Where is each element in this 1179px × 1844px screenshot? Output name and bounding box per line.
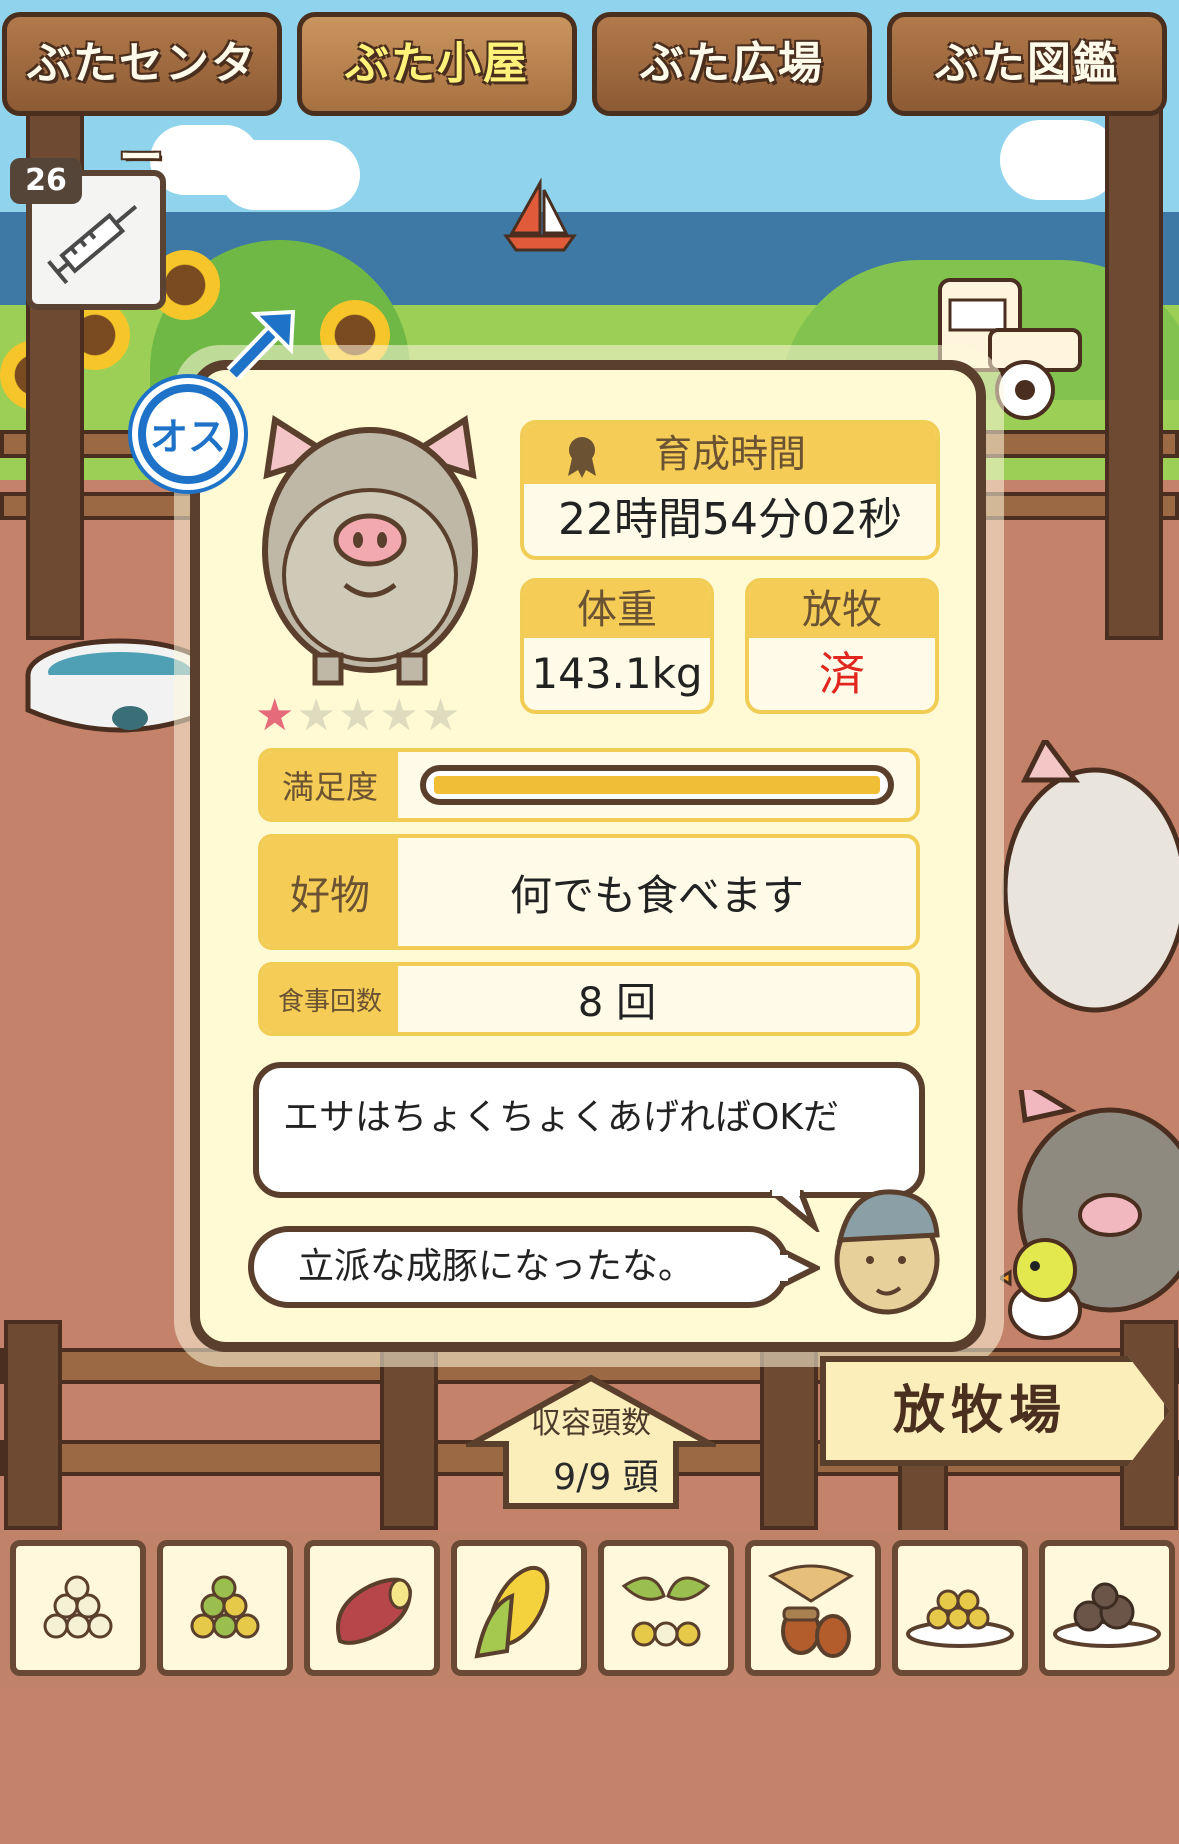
tab-buta-hiroba[interactable]: ぶた広場 xyxy=(592,12,872,116)
mixed-beans-icon xyxy=(190,1575,260,1639)
gender-label: オス xyxy=(149,415,226,459)
food-slot-beans-mixed[interactable] xyxy=(157,1540,293,1676)
tab-buta-center[interactable]: ぶたセンター xyxy=(2,12,282,183)
food-slot-beans-white[interactable] xyxy=(10,1540,146,1676)
white-beans-icon xyxy=(43,1575,113,1639)
star-empty-icon: ★ xyxy=(379,690,419,741)
star-empty-icon: ★ xyxy=(337,690,378,741)
ribbon-medal-icon xyxy=(568,437,596,478)
capacity-label: 収容頭数 xyxy=(531,1406,651,1441)
hint-bubble: エサはちょくちょくあげればOKだ xyxy=(253,1062,925,1198)
pig-background-icon xyxy=(1002,740,1179,1013)
star-empty-icon: ★ xyxy=(296,690,336,741)
syringe-count-badge: 26 xyxy=(10,158,82,204)
chick-icon xyxy=(1000,1238,1082,1340)
cloud xyxy=(1000,120,1120,200)
meals-label: 食事回数 xyxy=(262,966,398,1032)
star-empty-icon: ★ xyxy=(420,690,461,741)
favorite-value: 何でも食べます xyxy=(509,870,804,920)
bean-plate-icon xyxy=(906,1589,1014,1648)
grazing-label: 放牧 xyxy=(749,582,935,638)
weight-label: 体重 xyxy=(524,582,710,638)
comment-bubble: 立派な成豚になったな。 xyxy=(248,1226,790,1308)
comment-text: 立派な成豚になったな。 xyxy=(298,1246,695,1287)
food-slot-herb-beans[interactable] xyxy=(598,1540,734,1676)
satisfaction-bar-fill xyxy=(434,776,880,794)
herb-beans-icon xyxy=(621,1576,711,1647)
raise-time-label: 育成時間 xyxy=(653,432,806,476)
satisfaction-row: 満足度 xyxy=(258,748,920,822)
farmer-icon xyxy=(834,1189,940,1315)
cloud xyxy=(220,140,360,210)
food-slot-truffle-plate[interactable] xyxy=(1039,1540,1175,1676)
satisfaction-label: 満足度 xyxy=(262,752,398,818)
tab-buta-goya[interactable]: ぶた小屋 xyxy=(297,12,577,116)
food-slot-acorn[interactable] xyxy=(745,1540,881,1676)
grazing-value: 済 xyxy=(819,647,865,701)
pasture-sign-label: 放牧場 xyxy=(892,1381,1067,1441)
meal-count-row: 食事回数 8 回 xyxy=(258,962,920,1036)
food-slot-sweet-potato[interactable] xyxy=(304,1540,440,1676)
food-slot-corn[interactable] xyxy=(451,1540,587,1676)
favorite-label: 好物 xyxy=(262,838,398,946)
raise-time-panel: 育成時間 22時間54分02秒 xyxy=(520,420,940,560)
weight-value: 143.1kg xyxy=(531,649,703,698)
fence-post xyxy=(4,1320,62,1530)
hint-text: エサはちょくちょくあげればOKだ xyxy=(283,1097,839,1138)
corn-icon xyxy=(474,1566,550,1659)
truffle-plate-icon xyxy=(1053,1582,1161,1648)
raise-time-value: 22時間54分02秒 xyxy=(558,494,902,545)
weight-panel: 体重 143.1kg xyxy=(520,578,714,714)
tab-buta-zukan[interactable]: ぶた図鑑 xyxy=(887,12,1167,116)
star-filled-icon: ★ xyxy=(255,690,295,741)
sweet-potato-icon xyxy=(336,1577,413,1645)
favorite-food-row: 好物 何でも食べます xyxy=(258,834,920,950)
pig-portrait-icon xyxy=(262,414,478,686)
wooden-post xyxy=(1105,100,1163,640)
acorn-icon xyxy=(767,1564,855,1658)
bubble-tail xyxy=(780,1246,820,1290)
capacity-value: 9/9 頭 xyxy=(553,1457,659,1498)
grazing-panel: 放牧 済 xyxy=(745,578,939,714)
rating-stars: ★ ★ ★ ★ ★ xyxy=(255,690,495,741)
food-slot-bean-plate[interactable] xyxy=(892,1540,1028,1676)
meals-value: 8 回 xyxy=(577,980,657,1026)
sailboat-icon xyxy=(503,178,577,252)
gender-badge: オス xyxy=(132,378,244,490)
bubble-tail xyxy=(770,1190,820,1232)
male-symbol-icon xyxy=(226,309,296,381)
satisfaction-bar xyxy=(420,765,894,805)
